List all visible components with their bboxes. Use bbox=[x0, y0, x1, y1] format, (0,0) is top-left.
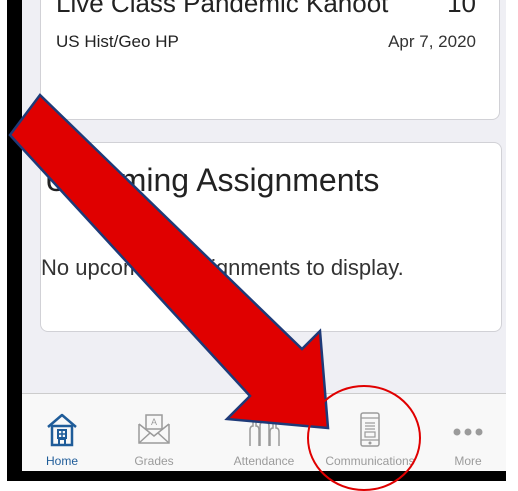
assignment-date: Apr 7, 2020 bbox=[388, 32, 476, 51]
app-screen: Live Class Pandemic Kahoot 10 US Hist/Ge… bbox=[22, 0, 506, 471]
svg-text:A: A bbox=[151, 417, 157, 427]
assignment-count: 10 bbox=[447, 0, 476, 18]
tab-communications-label: Communications bbox=[325, 454, 415, 468]
tab-grades-label: Grades bbox=[134, 454, 174, 468]
tab-grades[interactable]: A Grades bbox=[110, 394, 198, 471]
home-icon bbox=[45, 412, 79, 453]
tab-attendance[interactable]: Attendance bbox=[218, 394, 310, 471]
tab-bar: Home A Grades Attendance Communications … bbox=[22, 393, 506, 471]
tab-more-label: More bbox=[454, 454, 482, 468]
tab-home-label: Home bbox=[45, 454, 78, 468]
tab-attendance-label: Attendance bbox=[233, 454, 295, 468]
tab-communications[interactable]: Communications bbox=[318, 394, 422, 471]
upcoming-empty-message: No upcoming assignments to display. bbox=[41, 255, 404, 280]
tab-more[interactable]: More bbox=[430, 394, 506, 471]
grades-envelope-icon: A bbox=[136, 412, 172, 451]
more-dots-icon bbox=[452, 424, 484, 442]
screenshot-frame: Live Class Pandemic Kahoot 10 US Hist/Ge… bbox=[7, 0, 506, 481]
assignment-title: Live Class Pandemic Kahoot bbox=[56, 0, 389, 18]
assignment-class-name: US Hist/Geo HP bbox=[56, 32, 179, 51]
attendance-hands-icon bbox=[244, 412, 284, 453]
tab-home[interactable]: Home bbox=[22, 394, 102, 471]
communications-phone-icon bbox=[358, 412, 382, 453]
upcoming-assignments-title: Upcoming Assignments bbox=[45, 162, 380, 198]
